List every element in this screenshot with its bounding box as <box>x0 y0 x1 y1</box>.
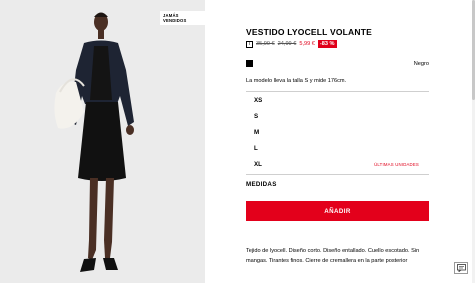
model-illustration <box>0 0 205 283</box>
original-price: 35,99 € <box>256 41 275 47</box>
low-stock-note: ÚLTIMAS UNIDADES <box>374 162 419 167</box>
current-price: 5,99 € <box>299 41 315 47</box>
size-option-xs[interactable]: XS <box>254 97 262 104</box>
size-option-m[interactable]: M <box>254 129 259 136</box>
chat-icon <box>456 264 466 272</box>
product-image[interactable]: JAMÁS VENDIDOS <box>0 0 205 283</box>
add-to-cart-button[interactable]: AÑADIR <box>246 201 429 221</box>
discount-badge: -83 % <box>317 40 337 48</box>
divider <box>246 91 429 92</box>
size-option-xl[interactable]: XL <box>254 161 262 168</box>
product-badge: JAMÁS VENDIDOS <box>160 11 205 25</box>
model-size-note: La modelo lleva la talla S y mide 176cm. <box>246 78 347 84</box>
color-swatch[interactable] <box>246 60 253 67</box>
info-icon[interactable]: i <box>246 40 253 48</box>
product-description: Tejido de lyocell. Diseño corto. Diseño … <box>246 248 420 264</box>
price-row: i 35,99 € 24,99 € 5,99 € -83 % <box>246 40 337 48</box>
measures-link[interactable]: MEDIDAS <box>246 181 277 188</box>
size-option-l[interactable]: L <box>254 145 258 152</box>
previous-price: 24,99 € <box>277 41 297 47</box>
color-selector[interactable]: Negro <box>246 60 429 68</box>
color-name: Negro <box>413 61 429 67</box>
size-option-s[interactable]: S <box>254 113 258 120</box>
divider <box>246 174 429 175</box>
product-page: JAMÁS VENDIDOS VESTIDO LYOCELL VOLANTE i… <box>0 0 475 283</box>
product-title: VESTIDO LYOCELL VOLANTE <box>246 27 372 37</box>
chat-button[interactable] <box>454 262 468 274</box>
product-info: VESTIDO LYOCELL VOLANTE i 35,99 € 24,99 … <box>246 0 429 283</box>
